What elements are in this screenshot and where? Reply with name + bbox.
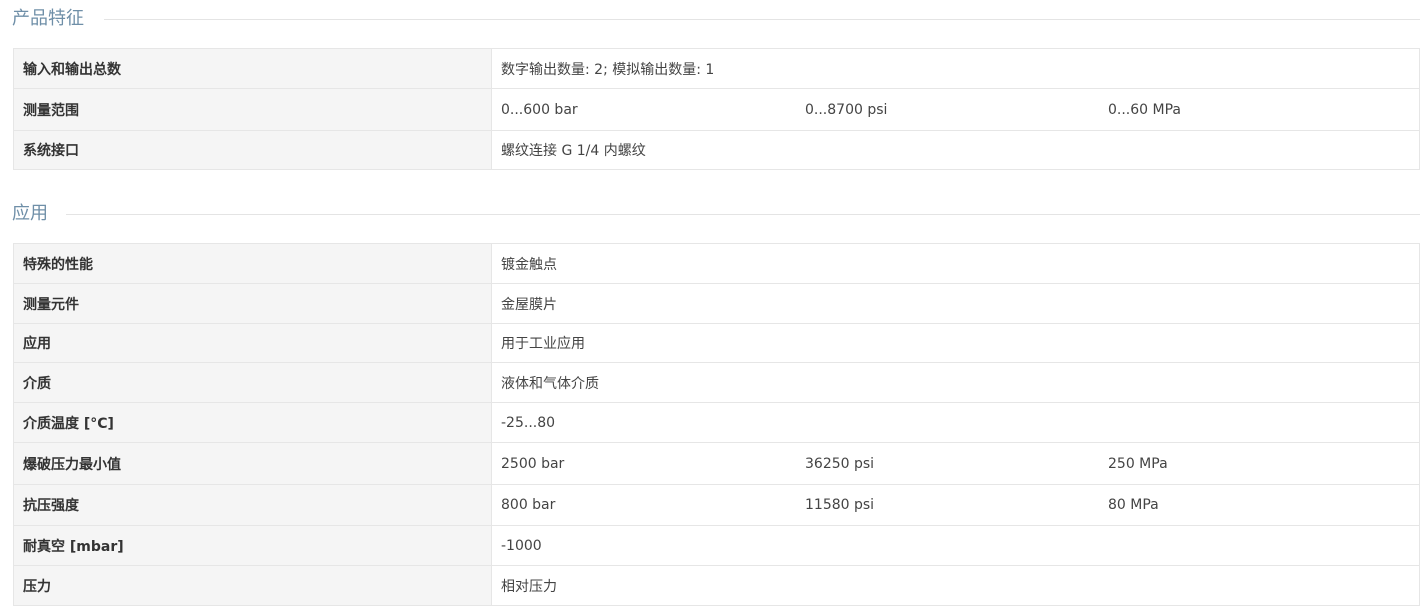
value-bar: 0...600 bar — [501, 101, 578, 118]
row-label: 输入和输出总数 — [13, 48, 492, 89]
value-text: 螺纹连接 G 1/4 内螺纹 — [501, 143, 646, 159]
table-row: 系统接口 螺纹连接 G 1/4 内螺纹 — [13, 130, 1420, 170]
section-divider — [104, 19, 1420, 20]
value-bar: 2500 bar — [501, 455, 565, 472]
value-text: 数字输出数量: 2; 模拟输出数量: 1 — [501, 61, 715, 78]
row-label: 特殊的性能 — [13, 243, 492, 284]
section-application: 应用 — [0, 199, 1426, 229]
row-label: 介质 — [13, 362, 492, 403]
table-row: 抗压强度 800 bar 11580 psi 80 MPa — [13, 484, 1420, 526]
section-title[interactable]: 产品特征 — [12, 8, 98, 30]
value-mpa: 80 MPa — [1108, 497, 1159, 513]
section-header: 产品特征 — [0, 4, 1426, 34]
section-divider — [66, 214, 1420, 215]
value-text: -25...80 — [501, 414, 556, 431]
row-label: 耐真空 [mbar] — [13, 525, 492, 566]
row-value: 金屋膜片 — [491, 283, 1420, 324]
row-label: 系统接口 — [13, 130, 492, 170]
value-psi: 11580 psi — [805, 497, 875, 513]
row-value: 数字输出数量: 2; 模拟输出数量: 1 — [491, 48, 1420, 89]
row-value: 螺纹连接 G 1/4 内螺纹 — [491, 130, 1420, 170]
value-text: 镀金触点 — [501, 256, 557, 273]
value-psi: 36250 psi — [805, 455, 875, 472]
value-mpa: 0...60 MPa — [1108, 101, 1181, 118]
value-mpa: 250 MPa — [1108, 455, 1168, 472]
table-row: 压力 相对压力 — [13, 565, 1420, 606]
table-row: 介质 液体和气体介质 — [13, 362, 1420, 403]
section-title[interactable]: 应用 — [12, 203, 62, 225]
section-product-features: 产品特征 — [0, 4, 1426, 34]
row-value: -1000 — [491, 525, 1420, 566]
table-row: 介质温度 [°C] -25...80 — [13, 402, 1420, 443]
section-header: 应用 — [0, 199, 1426, 229]
table-row: 爆破压力最小值 2500 bar 36250 psi 250 MPa — [13, 442, 1420, 485]
value-text: 液体和气体介质 — [501, 375, 599, 392]
row-value: 镀金触点 — [491, 243, 1420, 284]
row-value: 用于工业应用 — [491, 323, 1420, 363]
row-label: 测量元件 — [13, 283, 492, 324]
row-value: 0...600 bar 0...8700 psi 0...60 MPa — [491, 88, 1420, 131]
spec-table-application: 特殊的性能 镀金触点 测量元件 金屋膜片 应用 用于工业应用 介质 液体和气体介… — [13, 243, 1420, 606]
value-psi: 0...8700 psi — [805, 101, 888, 118]
row-value: 2500 bar 36250 psi 250 MPa — [491, 442, 1420, 485]
spec-table-product-features: 输入和输出总数 数字输出数量: 2; 模拟输出数量: 1 测量范围 0...60… — [13, 48, 1420, 170]
table-row: 耐真空 [mbar] -1000 — [13, 525, 1420, 566]
table-row: 特殊的性能 镀金触点 — [13, 243, 1420, 284]
value-bar: 800 bar — [501, 497, 556, 513]
row-label: 爆破压力最小值 — [13, 442, 492, 485]
value-text: -1000 — [501, 537, 542, 554]
row-label: 应用 — [13, 323, 492, 363]
row-value: -25...80 — [491, 402, 1420, 443]
table-row: 应用 用于工业应用 — [13, 323, 1420, 363]
row-label: 压力 — [13, 565, 492, 606]
value-text: 金屋膜片 — [501, 296, 557, 313]
value-text: 用于工业应用 — [501, 336, 585, 352]
row-label: 测量范围 — [13, 88, 492, 131]
row-value: 液体和气体介质 — [491, 362, 1420, 403]
row-value: 800 bar 11580 psi 80 MPa — [491, 484, 1420, 526]
row-label: 抗压强度 — [13, 484, 492, 526]
row-value: 相对压力 — [491, 565, 1420, 606]
table-row: 测量元件 金屋膜片 — [13, 283, 1420, 324]
table-row: 输入和输出总数 数字输出数量: 2; 模拟输出数量: 1 — [13, 48, 1420, 89]
table-row: 测量范围 0...600 bar 0...8700 psi 0...60 MPa — [13, 88, 1420, 131]
value-text: 相对压力 — [501, 578, 557, 595]
row-label: 介质温度 [°C] — [13, 402, 492, 443]
